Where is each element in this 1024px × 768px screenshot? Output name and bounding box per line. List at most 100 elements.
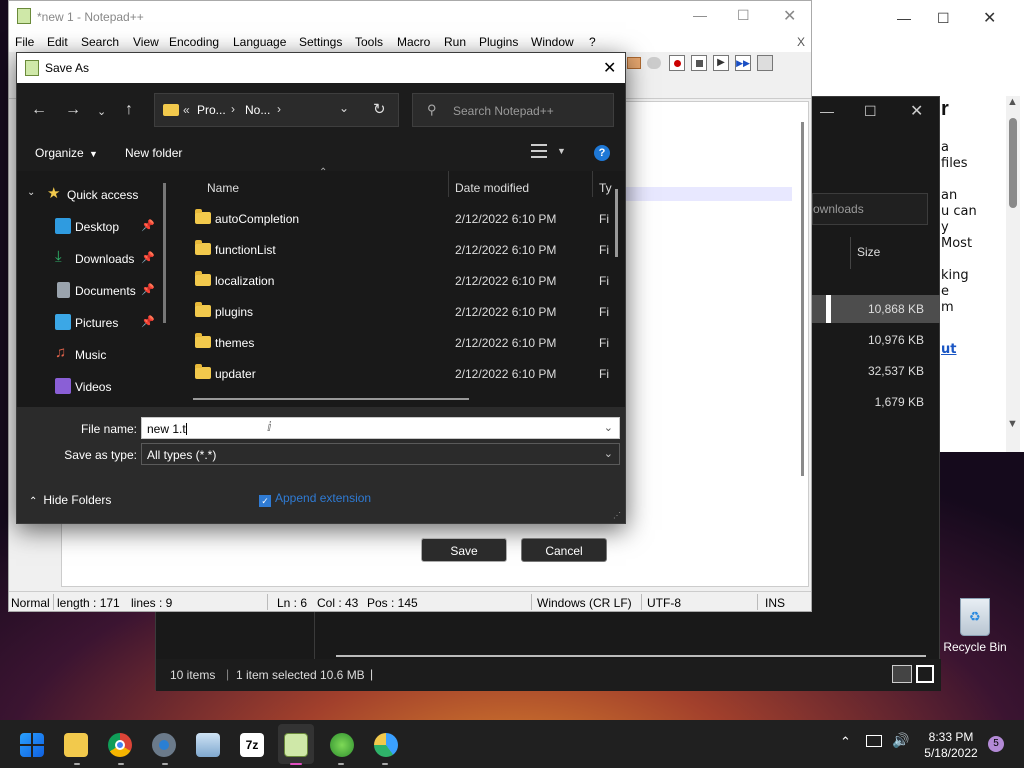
close-document-icon[interactable]: X (797, 35, 805, 49)
run-multiple-macro-icon[interactable]: ▶▶ (735, 55, 751, 71)
tree-item-desktop[interactable]: Desktop 📌 (17, 215, 167, 241)
pin-icon[interactable]: 📌 (141, 251, 155, 264)
close-icon[interactable]: ✕ (910, 101, 923, 121)
cancel-button[interactable]: Cancel (521, 538, 607, 562)
address-overflow[interactable]: « (183, 103, 190, 117)
file-explorer-icon[interactable] (64, 733, 88, 757)
settings-gear-icon[interactable] (152, 733, 176, 757)
explorer-search-box[interactable]: ownloads (812, 193, 928, 225)
close-icon[interactable]: ✕ (783, 6, 796, 26)
organize-button[interactable]: Organize ▼ (35, 146, 98, 160)
maximize-icon[interactable]: ☐ (737, 7, 750, 24)
file-list-hscrollbar[interactable] (193, 398, 469, 400)
column-header-name[interactable]: Name (207, 181, 239, 195)
notification-badge[interactable]: 5 (988, 736, 1004, 752)
volume-icon[interactable]: 🔊 (892, 732, 909, 749)
menu-search[interactable]: Search (81, 35, 119, 49)
play-macro-icon[interactable]: ▶ (713, 55, 729, 71)
bug-app-icon[interactable] (330, 733, 354, 757)
chevron-right-icon[interactable]: › (231, 102, 235, 116)
caret-down-icon[interactable]: ▼ (557, 146, 566, 156)
save-button-face[interactable]: Save (421, 538, 507, 562)
file-row[interactable]: functionList 2/12/2022 6:10 PM Fi (191, 238, 611, 264)
browser-link[interactable]: ut (941, 342, 1003, 358)
menu-settings[interactable]: Settings (299, 35, 342, 49)
recycle-bin-shortcut[interactable]: ♻ Recycle Bin (940, 596, 1010, 662)
menu-tools[interactable]: Tools (355, 35, 383, 49)
file-row[interactable]: localization 2/12/2022 6:10 PM Fi (191, 269, 611, 295)
up-arrow-icon[interactable]: ↑ (125, 101, 133, 119)
menu-help[interactable]: ? (589, 35, 596, 49)
menu-file[interactable]: File (15, 35, 34, 49)
tree-item-pictures[interactable]: Pictures 📌 (17, 311, 167, 337)
menu-encoding[interactable]: Encoding (169, 35, 219, 49)
pin-icon[interactable]: 📌 (141, 283, 155, 296)
help-icon[interactable]: ? (594, 145, 610, 161)
sync-icon[interactable] (647, 57, 661, 69)
tiles-view-icon[interactable] (916, 665, 934, 683)
chevron-down-icon[interactable]: ⌄ (604, 447, 613, 460)
search-box[interactable]: ⚲ Search Notepad++ (412, 93, 614, 127)
menu-edit[interactable]: Edit (47, 35, 68, 49)
back-arrow-icon[interactable]: ← (31, 101, 47, 119)
column-header-date[interactable]: Date modified (455, 181, 529, 195)
close-icon[interactable]: ✕ (603, 58, 616, 78)
folder-icon[interactable] (627, 57, 641, 69)
chrome-icon[interactable] (108, 733, 132, 757)
file-name-input[interactable]: new 1.t ⌄ (141, 417, 620, 439)
size-column-header[interactable]: Size (850, 237, 940, 269)
menu-view[interactable]: View (133, 35, 159, 49)
column-header-type[interactable]: Ty (599, 181, 612, 195)
network-icon[interactable] (866, 735, 882, 747)
resize-grip-icon[interactable]: ⋰ (613, 511, 621, 520)
minimize-icon[interactable]: — (897, 10, 911, 26)
expand-chevron-icon[interactable]: ⌄ (27, 187, 35, 198)
maximize-icon[interactable]: ☐ (937, 10, 950, 27)
photos-icon[interactable] (196, 733, 220, 757)
pin-icon[interactable]: 📌 (141, 315, 155, 328)
tree-quick-access[interactable]: ⌄ ★ Quick access (17, 183, 167, 209)
tree-item-documents[interactable]: Documents 📌 (17, 279, 167, 305)
new-folder-button[interactable]: New folder (125, 146, 182, 160)
view-options-icon[interactable] (531, 144, 547, 158)
network-app-icon[interactable] (374, 733, 398, 757)
menu-language[interactable]: Language (233, 35, 286, 49)
menu-macro[interactable]: Macro (397, 35, 430, 49)
file-row[interactable]: autoCompletion 2/12/2022 6:10 PM Fi (191, 207, 611, 233)
menu-window[interactable]: Window (531, 35, 574, 49)
record-macro-icon[interactable] (669, 55, 685, 71)
save-type-select[interactable]: All types (*.*) ⌄ (141, 443, 620, 465)
notepadpp-icon[interactable] (284, 733, 308, 757)
tree-scrollbar[interactable] (163, 183, 166, 323)
clock-date[interactable]: 5/18/2022 (922, 746, 980, 760)
menu-run[interactable]: Run (444, 35, 466, 49)
explorer-hscrollbar[interactable] (336, 655, 926, 657)
chevron-right-icon[interactable]: › (277, 102, 281, 116)
windows-start-icon[interactable] (20, 733, 44, 757)
append-extension-checkbox[interactable]: ✓ Append extension (259, 491, 371, 507)
details-view-icon[interactable] (892, 665, 912, 683)
column-separator[interactable] (592, 171, 593, 197)
minimize-icon[interactable]: — (820, 103, 834, 119)
7zip-icon[interactable]: 7z (240, 733, 264, 757)
npp-vscrollbar[interactable] (801, 122, 804, 476)
breadcrumb[interactable]: No... (245, 103, 270, 117)
file-row[interactable]: plugins 2/12/2022 6:10 PM Fi (191, 300, 611, 326)
chevron-down-icon[interactable]: ⌄ (604, 421, 613, 434)
file-list-vscrollbar[interactable] (615, 189, 618, 257)
browser-scrollbar[interactable]: ▲ ▼ (1006, 96, 1020, 452)
recent-locations-chevron-icon[interactable]: ⌄ (97, 105, 106, 118)
chevron-down-icon[interactable]: ⌄ (339, 101, 349, 115)
tree-item-downloads[interactable]: ⤓ Downloads 📌 (17, 247, 167, 273)
stop-macro-icon[interactable] (691, 55, 707, 71)
clock-time[interactable]: 8:33 PM (926, 730, 976, 744)
hide-folders-button[interactable]: ⌃ Hide Folders (29, 493, 111, 507)
refresh-icon[interactable]: ↻ (373, 100, 386, 118)
scroll-up-icon[interactable]: ▲ (1007, 96, 1018, 108)
close-icon[interactable]: ✕ (983, 8, 996, 28)
file-row[interactable]: themes 2/12/2022 6:10 PM Fi (191, 331, 611, 357)
column-separator[interactable] (448, 171, 449, 197)
minimize-icon[interactable]: — (693, 7, 707, 23)
tree-item-videos[interactable]: Videos (17, 375, 167, 401)
tree-item-music[interactable]: ♫ Music (17, 343, 167, 369)
